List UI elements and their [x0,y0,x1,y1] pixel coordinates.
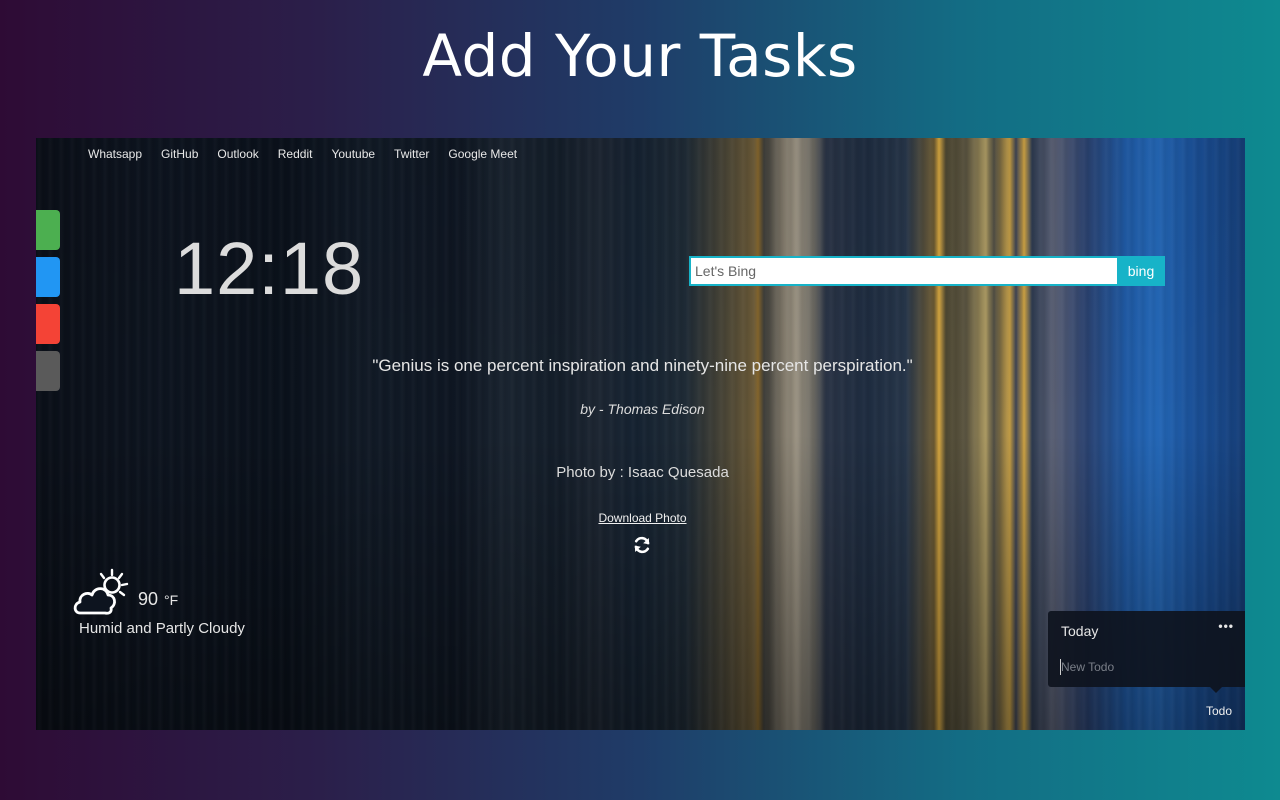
partly-cloudy-day-icon [72,568,130,618]
side-tab-green[interactable] [36,210,60,250]
search-input[interactable] [689,256,1117,286]
side-tab-blue[interactable] [36,257,60,297]
promo-heading: Add Your Tasks [422,22,858,90]
link-youtube[interactable]: Youtube [331,146,375,162]
side-tab-red[interactable] [36,304,60,344]
link-reddit[interactable]: Reddit [278,146,313,162]
photo-credit: Photo by : Isaac Quesada [556,464,729,481]
refresh-icon[interactable] [632,535,652,555]
link-github[interactable]: GitHub [161,146,198,162]
link-twitter[interactable]: Twitter [394,146,429,162]
more-options-icon[interactable]: ••• [1218,619,1234,633]
link-whatsapp[interactable]: Whatsapp [88,146,142,162]
new-todo-input[interactable] [1060,659,1231,675]
link-google-meet[interactable]: Google Meet [448,146,517,162]
weather-condition: Humid and Partly Cloudy [79,620,245,637]
quote-author: by - Thomas Edison [580,401,705,417]
quick-links-bar: Whatsapp GitHub Outlook Reddit Youtube T… [88,146,536,162]
search-button[interactable]: bing [1117,256,1165,286]
temperature-value: 90 [138,589,159,609]
clock-time: 12:18 [174,227,365,310]
temperature-unit: °F [164,592,179,608]
todo-list-title[interactable]: Today [1061,623,1098,639]
todo-panel-caret [1210,687,1222,693]
temperature-readout: 90 °F [138,589,178,610]
search-box: bing [689,256,1165,286]
todo-panel: Today ••• [1048,611,1245,687]
download-photo-link[interactable]: Download Photo [598,511,686,525]
todo-toggle-button[interactable]: Todo [1206,704,1232,718]
quote-text: "Genius is one percent inspiration and n… [372,356,913,375]
new-tab-page: Whatsapp GitHub Outlook Reddit Youtube T… [36,138,1245,730]
download-photo-wrapper: Download Photo [36,509,1245,527]
link-outlook[interactable]: Outlook [217,146,258,162]
